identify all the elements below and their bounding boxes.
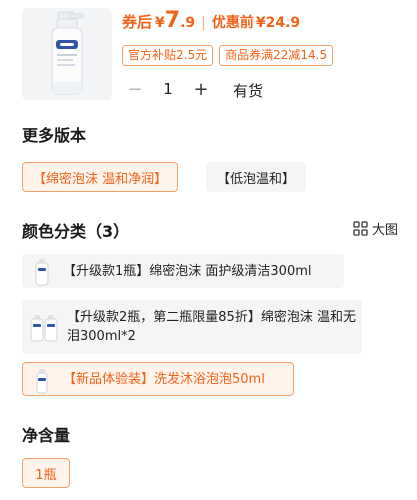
color-option-label-line2: 泪300ml*2 <box>67 329 136 344</box>
quantity-value[interactable]: 1 <box>148 77 188 101</box>
coupon-product-voucher[interactable]: 商品券满22减14.5 <box>219 45 334 66</box>
volume-option-1-bottle[interactable]: 1瓶 <box>22 458 70 488</box>
before-discount-price: ¥24.9 <box>255 15 301 31</box>
before-discount-label: 优惠前 <box>211 15 254 31</box>
currency-symbol: ¥ <box>155 15 165 31</box>
product-bottle-icon <box>22 8 112 100</box>
big-image-label: 大图 <box>372 223 399 238</box>
after-coupon-label: 券后 <box>122 13 153 31</box>
big-image-toggle[interactable]: 大图 <box>353 219 398 238</box>
quantity-decrease-button[interactable]: − <box>122 77 148 101</box>
quantity-stepper: − 1 + <box>122 77 214 101</box>
section-title-versions: 更多版本 <box>22 126 87 145</box>
quantity-increase-button[interactable]: + <box>188 77 214 101</box>
color-option-label: 【新品体验装】洗发沐浴泡泡50ml <box>63 371 265 387</box>
double-bottle-icon <box>29 312 59 342</box>
color-option-trial[interactable]: 【新品体验装】洗发沐浴泡泡50ml <box>22 362 294 396</box>
color-option-single[interactable]: 【升级款1瓶】绵密泡沫 面护级清洁300ml <box>22 254 344 288</box>
coupon-official-subsidy[interactable]: 官方补贴2.5元 <box>122 45 214 66</box>
product-image[interactable] <box>22 8 112 100</box>
color-option-label: 【升级款2瓶，第二瓶限量85折】绵密泡沫 温和无 <box>67 310 356 325</box>
price-separator: | <box>201 15 206 31</box>
section-title-colors: 颜色分类（3） <box>22 222 130 241</box>
after-coupon-price-decimal: .9 <box>180 15 196 31</box>
small-bottle-icon <box>29 364 55 394</box>
version-option-low-foam[interactable]: 【低泡温和】 <box>206 162 307 192</box>
color-option-label: 【升级款1瓶】绵密泡沫 面护级清洁300ml <box>63 263 312 279</box>
grid-icon <box>353 221 368 236</box>
stock-status: 有货 <box>233 82 264 100</box>
single-bottle-icon <box>29 256 55 286</box>
coupon-row: 官方补贴2.5元 商品券满22减14.5 <box>122 45 334 66</box>
section-title-volume: 净含量 <box>22 426 71 445</box>
color-option-double[interactable]: 【升级款2瓶，第二瓶限量85折】绵密泡沫 温和无 泪300ml*2 <box>22 300 362 354</box>
version-option-foam-gentle[interactable]: 【绵密泡沫 温和净润】 <box>22 162 179 192</box>
price-row: 券后 ¥ 7 .9 | 优惠前 ¥24.9 <box>122 10 300 36</box>
after-coupon-price-integer: 7 <box>164 8 181 33</box>
